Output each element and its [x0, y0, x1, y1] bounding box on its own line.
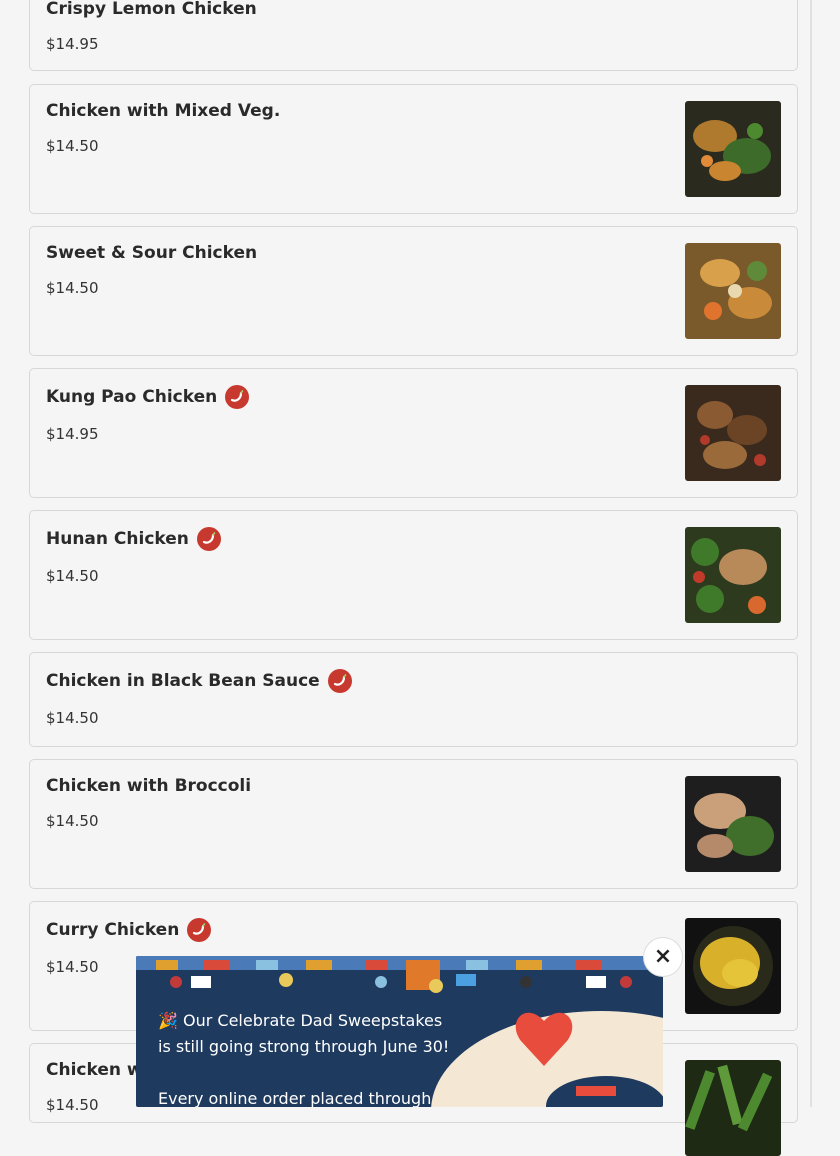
- menu-item-price: $14.50: [46, 279, 99, 297]
- menu-item-name: Curry Chicken: [46, 920, 180, 940]
- menu-item-title: Chicken with Broccoli: [46, 776, 251, 796]
- menu-item-title: Chicken with Mixed Veg.: [46, 101, 280, 121]
- menu-item-card[interactable]: Sweet & Sour Chicken $14.50: [29, 226, 798, 356]
- chili-pepper-icon: [225, 385, 250, 409]
- menu-item-photo[interactable]: [685, 527, 781, 623]
- close-popup-button[interactable]: ×: [643, 937, 683, 977]
- menu-item-card[interactable]: Crispy Lemon Chicken $14.95: [29, 0, 798, 71]
- menu-item-price: $14.50: [46, 709, 99, 727]
- menu-item-title: Curry Chicken: [46, 918, 212, 942]
- menu-item-name: Sweet & Sour Chicken: [46, 243, 258, 263]
- close-icon: ×: [653, 944, 673, 969]
- menu-item-price: $14.50: [46, 137, 99, 155]
- menu-item-price: $14.50: [46, 958, 99, 976]
- menu-item-card[interactable]: Chicken in Black Bean Sauce $14.50: [29, 652, 798, 747]
- menu-item-card[interactable]: Hunan Chicken $14.50: [29, 510, 798, 640]
- menu-item-photo[interactable]: [685, 101, 781, 197]
- menu-item-price: $14.95: [46, 425, 99, 443]
- popup-illustration-heart: [426, 976, 663, 1107]
- menu-item-photo[interactable]: [685, 385, 781, 481]
- popup-body-text: Every online order placed through: [158, 1089, 432, 1107]
- menu-item-card[interactable]: Chicken with Mixed Veg. $14.50: [29, 84, 798, 214]
- menu-item-card[interactable]: Chicken with Broccoli $14.50: [29, 759, 798, 889]
- menu-item-card[interactable]: Kung Pao Chicken $14.95: [29, 368, 798, 498]
- chili-pepper-icon: [327, 669, 352, 693]
- scrollbar[interactable]: [810, 0, 812, 1107]
- menu-item-photo[interactable]: [685, 918, 781, 1014]
- chili-pepper-icon: [196, 527, 221, 551]
- popup-subheadline: is still going strong through June 30!: [158, 1037, 450, 1056]
- menu-item-price: $14.95: [46, 35, 99, 53]
- menu-item-title: Hunan Chicken: [46, 527, 221, 551]
- menu-item-name: Chicken wi: [46, 1060, 149, 1080]
- chili-pepper-icon: [187, 918, 212, 942]
- menu-item-name: Chicken with Mixed Veg.: [46, 101, 281, 121]
- menu-item-price: $14.50: [46, 812, 99, 830]
- menu-item-photo[interactable]: [685, 1060, 781, 1156]
- promo-popup[interactable]: 🎉 Our Celebrate Dad Sweepstakes is still…: [136, 956, 663, 1107]
- menu-item-name: Chicken in Black Bean Sauce: [46, 671, 320, 691]
- menu-item-photo[interactable]: [685, 243, 781, 339]
- menu-item-title: Sweet & Sour Chicken: [46, 243, 257, 263]
- menu-item-photo[interactable]: [685, 776, 781, 872]
- menu-item-price: $14.50: [46, 1096, 99, 1114]
- menu-item-title: Kung Pao Chicken: [46, 385, 250, 409]
- menu-item-price: $14.50: [46, 567, 99, 585]
- popup-headline: 🎉 Our Celebrate Dad Sweepstakes: [158, 1011, 443, 1030]
- menu-list: Crispy Lemon Chicken $14.95 Chicken with…: [0, 0, 840, 1156]
- menu-item-name: Hunan Chicken: [46, 529, 189, 549]
- menu-item-title: Chicken in Black Bean Sauce: [46, 669, 352, 693]
- menu-item-name: Chicken with Broccoli: [46, 776, 252, 796]
- menu-item-title: Chicken wi: [46, 1060, 148, 1080]
- menu-item-name: Kung Pao Chicken: [46, 387, 218, 407]
- menu-item-title: Crispy Lemon Chicken: [46, 0, 257, 19]
- menu-item-name: Crispy Lemon Chicken: [46, 0, 257, 19]
